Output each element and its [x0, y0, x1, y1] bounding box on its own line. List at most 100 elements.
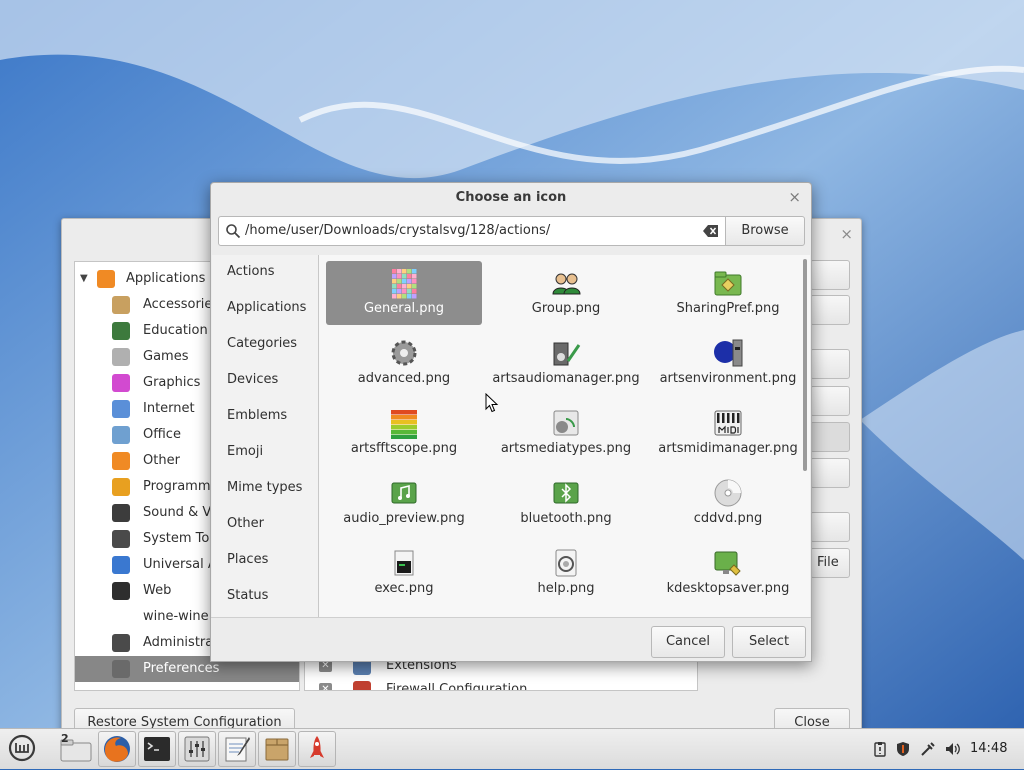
- category-icon: [112, 426, 130, 444]
- category-icon: [112, 348, 130, 366]
- icon-grid-item[interactable]: Group.png: [488, 261, 644, 325]
- icon-grid-item[interactable]: artsenvironment.png: [650, 331, 806, 395]
- icon-grid-item[interactable]: exec.png: [326, 541, 482, 605]
- terminal-icon: [144, 737, 170, 761]
- icon-file-name: artsmidimanager.png: [658, 441, 798, 456]
- category-categories[interactable]: Categories: [227, 334, 297, 354]
- select-button-label: Select: [748, 634, 790, 649]
- icon-file-name: Group.png: [531, 301, 601, 316]
- category-other[interactable]: Other: [227, 514, 264, 534]
- icon-grid-item[interactable]: artsmidimanager.png: [650, 401, 806, 465]
- taskbar-text-editor[interactable]: [218, 731, 256, 767]
- icon-file-name: General.png: [363, 301, 445, 316]
- icon-grid-item[interactable]: artsaudiomanager.png: [488, 331, 644, 395]
- icon-grid-item[interactable]: bluetooth.png: [488, 471, 644, 535]
- close-icon[interactable]: ×: [840, 225, 853, 243]
- taskbar-menu-editor[interactable]: [298, 731, 336, 767]
- new-item-button[interactable]: [810, 295, 850, 325]
- file-button[interactable]: File: [810, 548, 850, 578]
- icon-file-name: advanced.png: [357, 371, 451, 386]
- icon-grid-item[interactable]: audio_preview.png: [326, 471, 482, 535]
- icon-file-name: audio_preview.png: [343, 511, 465, 526]
- tree-item-label: Graphics: [143, 375, 201, 390]
- update-shield-icon[interactable]: [895, 741, 911, 757]
- taskbar-firefox[interactable]: [98, 731, 136, 767]
- mint-menu-icon: [8, 734, 36, 762]
- category-mime-types[interactable]: Mime types: [227, 478, 302, 498]
- menu-item-label: Firewall Configuration: [386, 682, 528, 691]
- menu-item-row[interactable]: ✕ Firewall Configuration: [305, 678, 695, 691]
- tree-item-label: wine-wine: [143, 609, 209, 624]
- expander-arrow-icon[interactable]: ▼: [80, 266, 88, 292]
- browse-button[interactable]: Browse: [725, 216, 805, 246]
- icon-grid-item[interactable]: SharingPref.png: [650, 261, 806, 325]
- category-icon: [112, 556, 130, 574]
- icon-grid-item[interactable]: General.png: [326, 261, 482, 325]
- cancel-button-label: Cancel: [665, 634, 711, 649]
- properties-button[interactable]: [810, 512, 850, 542]
- search-icon: [226, 224, 241, 239]
- icon-grid-item[interactable]: kdesktopsaver.png: [650, 541, 806, 605]
- help-icon: [555, 549, 577, 577]
- exec-icon: [394, 550, 414, 576]
- icon-grid-item[interactable]: advanced.png: [326, 331, 482, 395]
- icon-grid-item[interactable]: help.png: [488, 541, 644, 605]
- tree-item-label: Programmi: [143, 479, 215, 494]
- media-types-icon: [553, 410, 579, 436]
- icon-grid-item[interactable]: cddvd.png: [650, 471, 806, 535]
- clock[interactable]: 14:48: [970, 729, 1007, 769]
- file-button-label: File: [817, 555, 839, 570]
- volume-icon[interactable]: [944, 741, 960, 757]
- category-devices[interactable]: Devices: [227, 370, 278, 390]
- workspace-switcher[interactable]: 2: [58, 731, 94, 765]
- icon-file-name: bluetooth.png: [520, 511, 612, 526]
- mint-menu-button[interactable]: [4, 731, 40, 765]
- icon-category-list: Actions Applications Categories Devices Embl…: [212, 255, 319, 617]
- category-icon: [112, 504, 130, 522]
- category-icon: [112, 374, 130, 392]
- category-icon: [112, 660, 130, 678]
- category-places[interactable]: Places: [227, 550, 268, 570]
- delete-button[interactable]: [810, 458, 850, 488]
- category-icon: [112, 478, 130, 496]
- cd-disc-icon: [714, 479, 742, 507]
- new-menu-button[interactable]: [810, 260, 850, 290]
- tree-item-label: Education: [143, 323, 208, 338]
- checkbox[interactable]: ✕: [319, 683, 332, 690]
- tree-item-label: Internet: [143, 401, 195, 416]
- tree-item-label: Games: [143, 349, 189, 364]
- taskbar-package-manager[interactable]: [258, 731, 296, 767]
- icon-file-name: artsfftscope.png: [350, 441, 458, 456]
- taskbar-mixer[interactable]: [178, 731, 216, 767]
- mixer-icon: [184, 736, 210, 762]
- move-down-button[interactable]: [810, 386, 850, 416]
- icon-file-name: SharingPref.png: [676, 301, 780, 316]
- category-actions[interactable]: Actions: [227, 262, 275, 282]
- edit-button[interactable]: [810, 422, 850, 452]
- category-icon: [112, 582, 130, 600]
- category-emoji[interactable]: Emoji: [227, 442, 263, 462]
- tree-item-label: Sound & Vi: [143, 505, 215, 520]
- network-icon[interactable]: [920, 741, 936, 757]
- close-icon[interactable]: ×: [788, 188, 801, 206]
- category-status[interactable]: Status: [227, 586, 268, 606]
- tree-item-label: Other: [143, 453, 180, 468]
- icon-file-name: artsenvironment.png: [659, 371, 797, 386]
- path-input[interactable]: /home/user/Downloads/crystalsvg/128/acti…: [218, 216, 726, 246]
- category-applications[interactable]: Applications: [227, 298, 306, 318]
- move-up-button[interactable]: [810, 349, 850, 379]
- taskbar: 2 14:48: [0, 728, 1024, 769]
- icon-grid-item[interactable]: artsfftscope.png: [326, 401, 482, 465]
- clipboard-icon[interactable]: [872, 741, 888, 757]
- taskbar-terminal[interactable]: [138, 731, 176, 767]
- category-icon: [112, 322, 130, 340]
- category-emblems[interactable]: Emblems: [227, 406, 287, 426]
- category-icon: [112, 634, 130, 652]
- icon-grid-item[interactable]: artsmediatypes.png: [488, 401, 644, 465]
- fft-scope-icon: [391, 410, 417, 439]
- cancel-button[interactable]: Cancel: [651, 626, 725, 658]
- clear-text-icon[interactable]: [703, 224, 719, 238]
- icon-file-name: artsmediatypes.png: [500, 441, 632, 456]
- category-icon: [112, 296, 130, 314]
- select-button[interactable]: Select: [732, 626, 806, 658]
